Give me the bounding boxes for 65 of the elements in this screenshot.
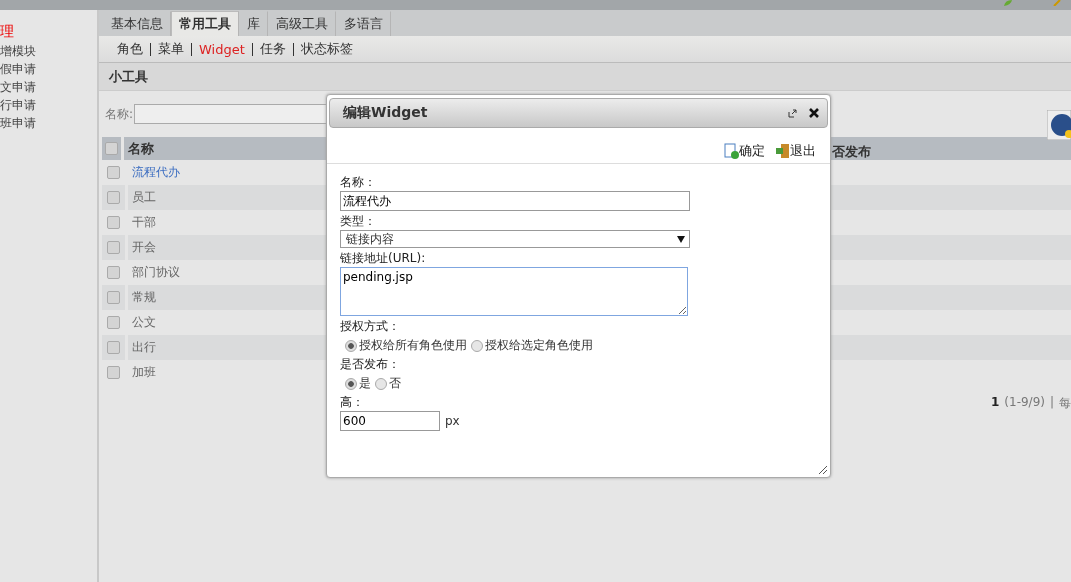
leaf-icon	[1003, 0, 1013, 6]
per-page-label: 每	[1059, 395, 1071, 412]
subnav-link[interactable]: 状态标签	[300, 40, 353, 58]
name-link[interactable]: 流程代办	[132, 164, 180, 181]
name-field[interactable]: 流程代办	[340, 191, 690, 211]
field-label: 链接地址(URL):	[340, 250, 427, 266]
sidebar-item[interactable]: 理	[0, 22, 97, 42]
name-text: 出行	[132, 339, 156, 356]
sidebar-item[interactable]: 假申请	[0, 60, 97, 78]
field-label: 名称：	[340, 174, 377, 190]
field-label: 高：	[340, 394, 365, 410]
name-text: 开会	[132, 239, 156, 256]
tab[interactable]: 常用工具	[171, 11, 239, 36]
row-checkbox[interactable]	[107, 216, 120, 229]
pencil-icon	[1053, 0, 1061, 6]
field-label: 授权方式：	[340, 318, 401, 334]
radio-option[interactable]: 授权给选定角色使用	[471, 337, 593, 354]
name-text: 常规	[132, 289, 156, 306]
dropdown-arrow-icon	[677, 235, 685, 243]
url-field[interactable]: pending.jsp	[340, 267, 688, 316]
document-add-icon	[724, 143, 739, 159]
exit-button[interactable]: 退出	[775, 142, 816, 160]
row-checkbox[interactable]	[107, 166, 120, 179]
search-label: 名称:	[105, 105, 134, 123]
select-all-checkbox[interactable]	[105, 142, 118, 155]
pager-separator: |	[1049, 395, 1054, 411]
type-dropdown[interactable]: 链接内容	[340, 230, 690, 248]
resize-grip-icon[interactable]	[818, 465, 828, 475]
page-range: (1-9/9)	[1004, 395, 1045, 411]
unit-label: px	[445, 414, 460, 428]
subnav-link[interactable]: 角色	[117, 40, 143, 58]
row-checkbox[interactable]	[107, 191, 120, 204]
radio-option[interactable]: 否	[375, 375, 401, 392]
popout-icon[interactable]	[788, 108, 797, 118]
door-exit-icon	[775, 143, 790, 159]
row-checkbox[interactable]	[107, 266, 120, 279]
name-text: 员工	[132, 189, 156, 206]
radio-option[interactable]: 授权给所有角色使用	[345, 337, 467, 354]
column-header: 否发布	[832, 143, 871, 161]
globe-badge-icon[interactable]	[1047, 110, 1071, 140]
name-text: 部门协议	[132, 264, 180, 281]
subnav-link[interactable]: 菜单	[158, 40, 184, 58]
subnav-link[interactable]: 任务	[259, 40, 286, 58]
sidebar-item[interactable]: 行申请	[0, 96, 97, 114]
name-text: 加班	[132, 364, 156, 381]
row-checkbox[interactable]	[107, 291, 120, 304]
sidebar-item[interactable]: 班申请	[0, 114, 97, 132]
sidebar-item[interactable]: 增模块	[0, 42, 97, 60]
page-number[interactable]: 1	[990, 395, 1000, 412]
name-text: 公文	[132, 314, 156, 331]
confirm-button[interactable]: 确定	[724, 142, 765, 160]
row-checkbox[interactable]	[107, 341, 120, 354]
row-checkbox[interactable]	[107, 316, 120, 329]
row-checkbox[interactable]	[107, 241, 120, 254]
name-text: 干部	[132, 214, 156, 231]
field-label: 是否发布：	[340, 356, 401, 372]
subnav-link[interactable]: Widget	[199, 41, 245, 57]
height-field[interactable]: 600	[340, 411, 440, 431]
field-label: 类型：	[340, 213, 377, 229]
sidebar-item[interactable]: 文申请	[0, 78, 97, 96]
dialog-title: 编辑Widget	[343, 104, 429, 122]
close-icon[interactable]	[809, 108, 819, 118]
row-checkbox[interactable]	[107, 366, 120, 379]
radio-option[interactable]: 是	[345, 375, 371, 392]
section-title: 小工具	[99, 63, 1071, 91]
